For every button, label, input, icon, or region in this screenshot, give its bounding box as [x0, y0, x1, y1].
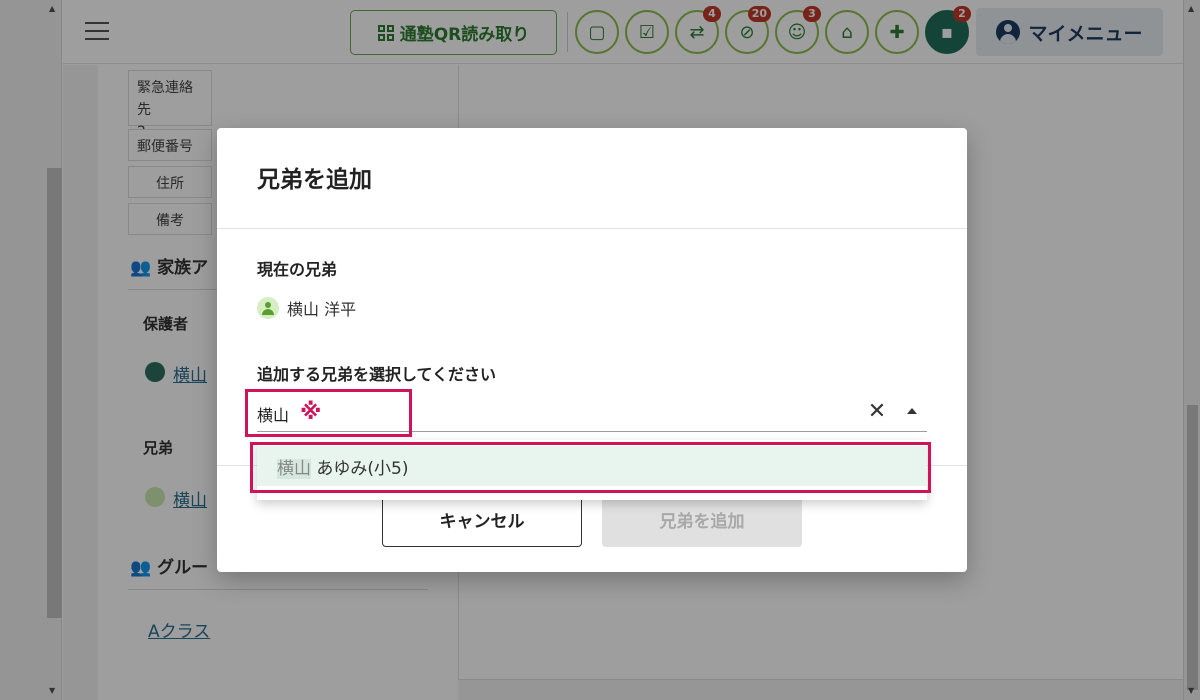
- divider: [217, 228, 967, 229]
- annotation-mark: ※: [300, 400, 322, 425]
- person-icon: [257, 297, 279, 319]
- dialog-title: 兄弟を追加: [257, 167, 372, 193]
- select-sibling-label: 追加する兄弟を選択してください: [257, 365, 497, 384]
- sibling-search-input[interactable]: [257, 402, 817, 426]
- current-sibling-name: 横山 洋平: [287, 300, 357, 319]
- add-sibling-button[interactable]: 兄弟を追加: [602, 492, 802, 547]
- sibling-autocomplete[interactable]: ✕: [257, 396, 927, 432]
- caret-up-icon[interactable]: [904, 404, 920, 420]
- option-match-highlight: 横山: [277, 459, 311, 479]
- current-sibling-item: 横山 洋平: [257, 296, 356, 320]
- current-siblings-label: 現在の兄弟: [257, 260, 338, 279]
- add-sibling-dialog: 兄弟を追加 現在の兄弟 横山 洋平 追加する兄弟を選択してください ✕ キャンセ…: [217, 128, 967, 572]
- autocomplete-dropdown: 横山 あゆみ(小5): [257, 440, 927, 500]
- dropdown-option[interactable]: 横山 あゆみ(小5): [257, 446, 927, 486]
- option-text: あゆみ(小5): [311, 459, 409, 479]
- cancel-button[interactable]: キャンセル: [382, 492, 582, 547]
- clear-icon[interactable]: ✕: [864, 399, 890, 425]
